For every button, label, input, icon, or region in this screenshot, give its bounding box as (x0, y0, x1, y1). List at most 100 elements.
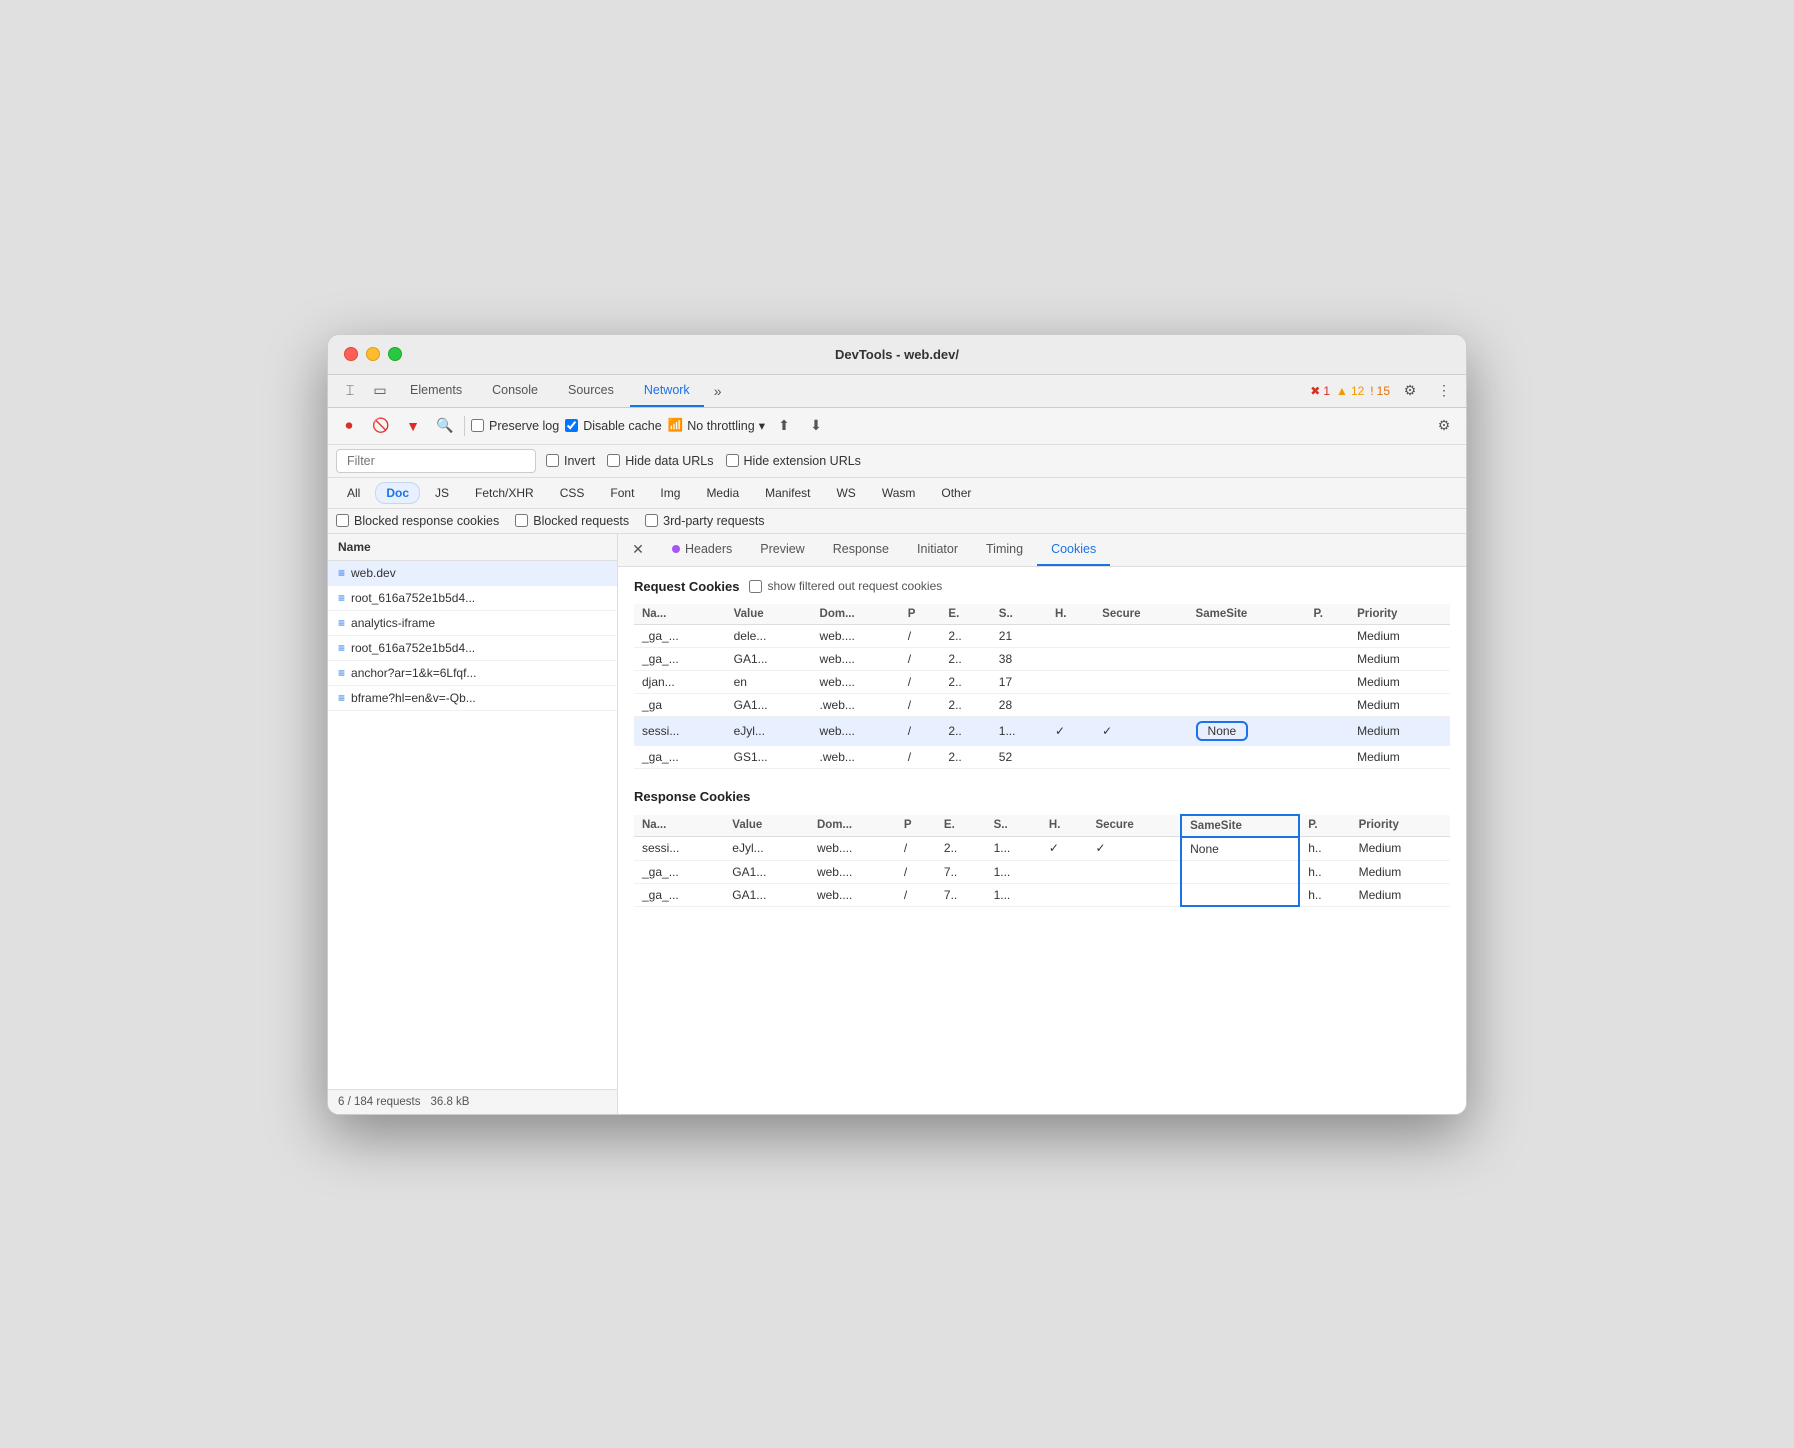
response-cookies-section: Response Cookies (634, 789, 1450, 804)
type-btn-media[interactable]: Media (695, 482, 750, 504)
tab-network[interactable]: Network (630, 375, 704, 407)
preserve-log-checkbox[interactable]: Preserve log (471, 419, 559, 433)
cell-priority: Medium (1349, 716, 1450, 745)
tab-sources[interactable]: Sources (554, 375, 628, 407)
hide-data-urls-check[interactable]: Hide data URLs (607, 454, 713, 468)
tab-console[interactable]: Console (478, 375, 552, 407)
error-count: 1 (1323, 384, 1330, 398)
tab-elements[interactable]: Elements (396, 375, 476, 407)
type-btn-ws[interactable]: WS (825, 482, 866, 504)
table-row[interactable]: _ga GA1... .web... / 2.. 28 Medium (634, 693, 1450, 716)
tab-timing[interactable]: Timing (972, 534, 1037, 566)
network-settings-icon[interactable]: ⚙ (1430, 412, 1458, 440)
initiator-label: Initiator (917, 542, 958, 556)
filter-input[interactable] (336, 449, 536, 473)
cell-value: GA1... (724, 860, 809, 883)
invert-check[interactable]: Invert (546, 454, 595, 468)
cell-priority: Medium (1349, 670, 1450, 693)
device-icon[interactable]: ▭ (366, 377, 394, 405)
show-filtered-check[interactable]: show filtered out request cookies (749, 579, 942, 593)
cell-httponly (1041, 860, 1088, 883)
record-button[interactable]: ⏺ (336, 413, 362, 439)
upload-icon[interactable]: ⬆ (771, 413, 797, 439)
maximize-button[interactable] (388, 347, 402, 361)
filter-icon[interactable]: ▼ (400, 413, 426, 439)
third-party-input[interactable] (645, 514, 658, 527)
more-tabs-button[interactable]: » (706, 379, 730, 403)
type-btn-doc[interactable]: Doc (375, 482, 420, 504)
sidebar-item-root2[interactable]: ≡ root_616a752e1b5d4... (328, 636, 617, 661)
more-options-icon[interactable]: ⋮ (1430, 377, 1458, 405)
close-button[interactable] (344, 347, 358, 361)
table-row[interactable]: _ga_... GA1... web.... / 2.. 38 Medium (634, 647, 1450, 670)
tab-response[interactable]: Response (819, 534, 903, 566)
doc-icon-3: ≡ (338, 616, 345, 630)
blocked-cookies-check[interactable]: Blocked response cookies (336, 514, 499, 528)
disable-cache-input[interactable] (565, 419, 578, 432)
blocked-requests-check[interactable]: Blocked requests (515, 514, 629, 528)
sidebar-item-anchor[interactable]: ≡ anchor?ar=1&k=6Lfqf... (328, 661, 617, 686)
close-detail-button[interactable]: ✕ (626, 538, 650, 562)
hide-ext-urls-label: Hide extension URLs (744, 454, 861, 468)
minimize-button[interactable] (366, 347, 380, 361)
hide-data-urls-input[interactable] (607, 454, 620, 467)
cell-samesite-none: None (1188, 716, 1306, 745)
sidebar-item-root1[interactable]: ≡ root_616a752e1b5d4... (328, 586, 617, 611)
show-filtered-input[interactable] (749, 580, 762, 593)
table-row[interactable]: _ga_... GA1... web.... / 7.. 1... h.. Me… (634, 883, 1450, 906)
type-btn-manifest[interactable]: Manifest (754, 482, 821, 504)
type-btn-fetch-xhr[interactable]: Fetch/XHR (464, 482, 545, 504)
download-icon[interactable]: ⬇ (803, 413, 829, 439)
cell-priority-p (1306, 647, 1350, 670)
search-icon[interactable]: 🔍 (432, 413, 458, 439)
type-btn-other[interactable]: Other (930, 482, 982, 504)
resp-table-header: Na... Value Dom... P E. S.. H. Secure Sa… (634, 815, 1450, 837)
type-btn-js[interactable]: JS (424, 482, 460, 504)
sidebar-item-analytics[interactable]: ≡ analytics-iframe (328, 611, 617, 636)
warning-count: 12 (1351, 384, 1364, 398)
type-btn-css[interactable]: CSS (549, 482, 596, 504)
cell-samesite (1188, 670, 1306, 693)
type-btn-wasm[interactable]: Wasm (871, 482, 927, 504)
doc-icon-5: ≡ (338, 666, 345, 680)
doc-icon-6: ≡ (338, 691, 345, 705)
cell-expires: 7.. (936, 883, 986, 906)
tab-initiator[interactable]: Initiator (903, 534, 972, 566)
window-title: DevTools - web.dev/ (835, 347, 959, 362)
clear-button[interactable]: 🚫 (368, 413, 394, 439)
settings-icon[interactable]: ⚙ (1396, 377, 1424, 405)
table-row[interactable]: _ga_... dele... web.... / 2.. 21 Medium (634, 624, 1450, 647)
table-row[interactable]: sessi... eJyl... web.... / 2.. 1... ✓ ✓ … (634, 837, 1450, 861)
hide-ext-urls-input[interactable] (726, 454, 739, 467)
error-badge: ✖ 1 (1310, 384, 1330, 398)
blocked-cookies-label: Blocked response cookies (354, 514, 499, 528)
cell-path: / (900, 670, 941, 693)
type-btn-all[interactable]: All (336, 482, 371, 504)
hide-ext-urls-check[interactable]: Hide extension URLs (726, 454, 861, 468)
cell-secure (1094, 624, 1187, 647)
blocked-cookies-input[interactable] (336, 514, 349, 527)
tab-cookies[interactable]: Cookies (1037, 534, 1110, 566)
type-btn-img[interactable]: Img (649, 482, 691, 504)
type-btn-font[interactable]: Font (599, 482, 645, 504)
sidebar-item-label: anchor?ar=1&k=6Lfqf... (351, 666, 476, 680)
tab-preview[interactable]: Preview (746, 534, 818, 566)
sidebar-item-bframe[interactable]: ≡ bframe?hl=en&v=-Qb... (328, 686, 617, 711)
third-party-label: 3rd-party requests (663, 514, 764, 528)
table-row[interactable]: _ga_... GA1... web.... / 7.. 1... h.. Me… (634, 860, 1450, 883)
hide-data-urls-label: Hide data URLs (625, 454, 713, 468)
third-party-check[interactable]: 3rd-party requests (645, 514, 764, 528)
cursor-icon[interactable]: ⌶ (336, 377, 364, 405)
resp-col-value: Value (724, 815, 809, 837)
table-row[interactable]: djan... en web.... / 2.. 17 Medium (634, 670, 1450, 693)
preserve-log-input[interactable] (471, 419, 484, 432)
tab-headers[interactable]: Headers (658, 534, 746, 566)
table-row[interactable]: _ga_... GS1... .web... / 2.. 52 Medium (634, 745, 1450, 768)
table-row-highlighted[interactable]: sessi... eJyl... web.... / 2.. 1... ✓ ✓ … (634, 716, 1450, 745)
invert-input[interactable] (546, 454, 559, 467)
blocked-requests-input[interactable] (515, 514, 528, 527)
sidebar-item-webdev[interactable]: ≡ web.dev (328, 561, 617, 586)
disable-cache-checkbox[interactable]: Disable cache (565, 419, 662, 433)
cell-value: eJyl... (726, 716, 812, 745)
throttle-select[interactable]: 📶 No throttling ▾ (668, 418, 765, 433)
